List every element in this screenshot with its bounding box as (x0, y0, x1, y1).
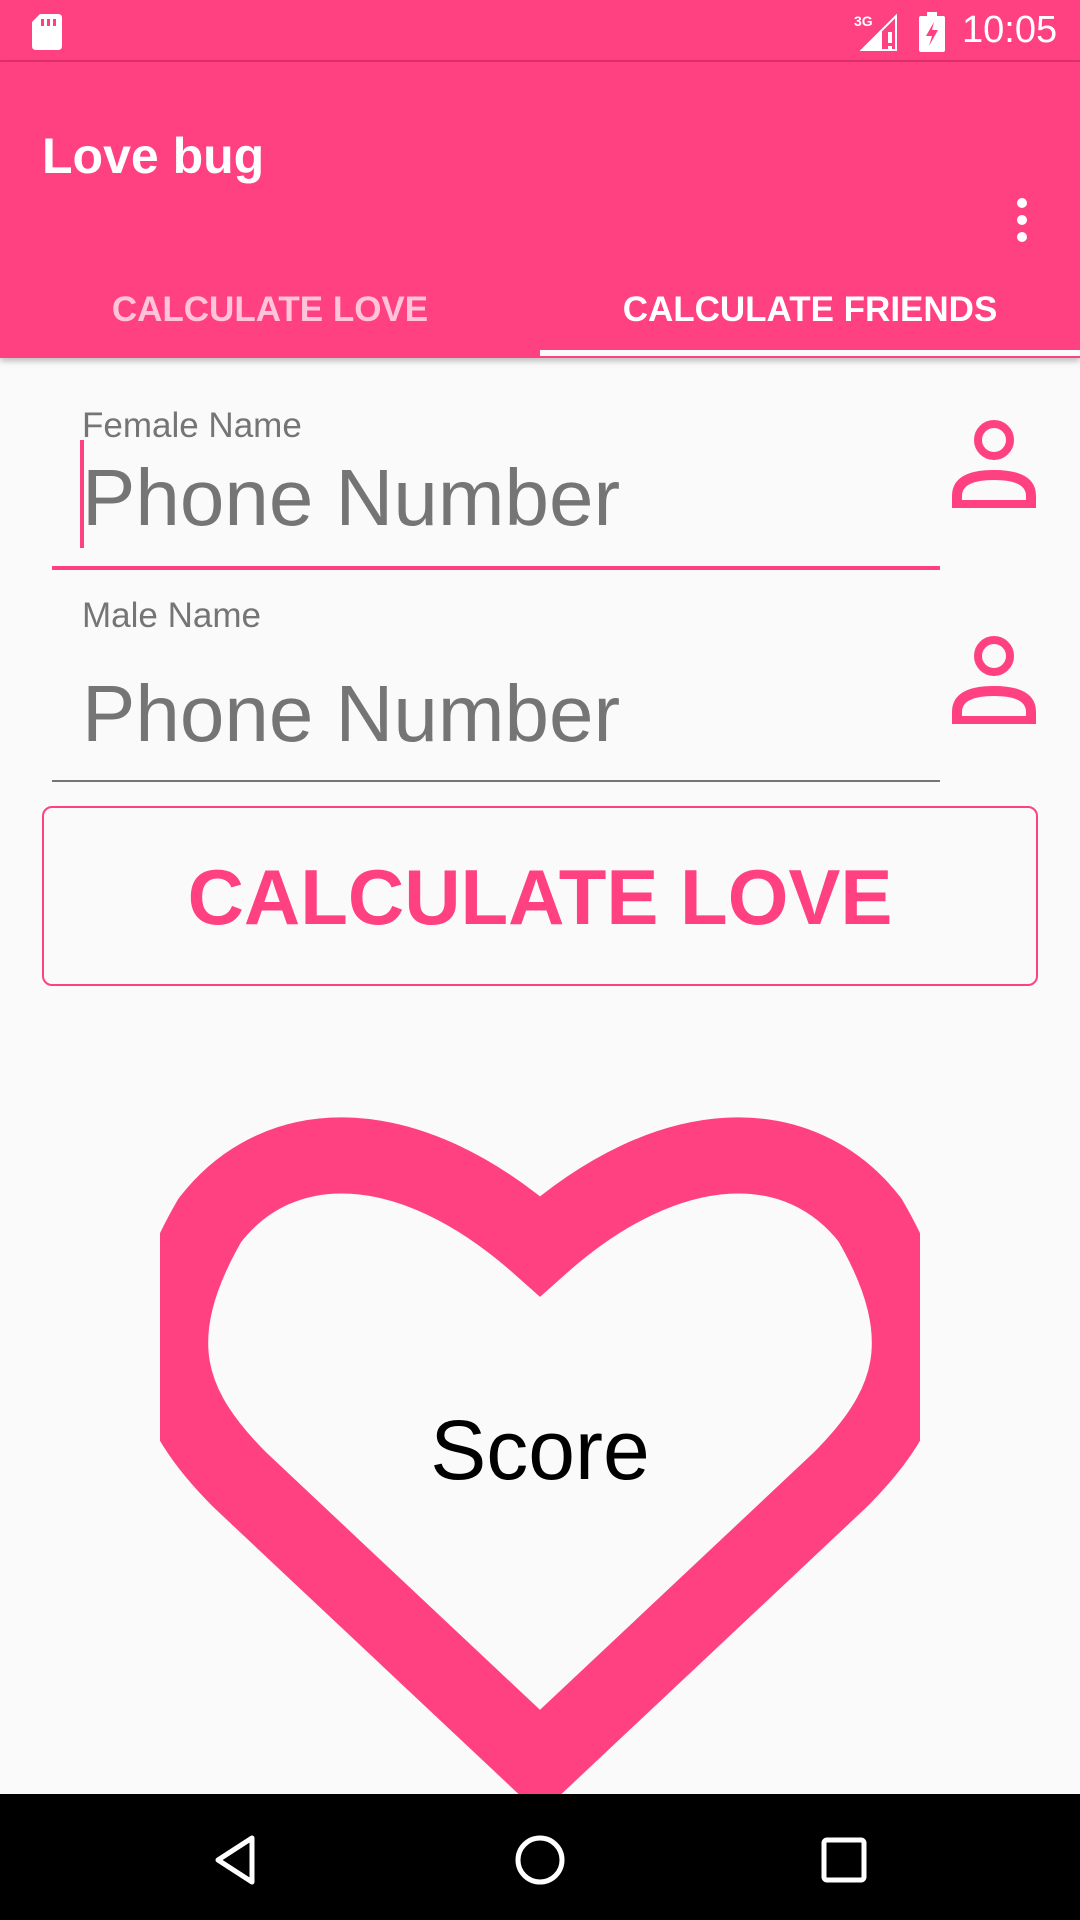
text-cursor (80, 440, 84, 548)
overflow-dot (1017, 198, 1027, 208)
sd-card-icon (32, 14, 62, 50)
network-type-label: 3G (854, 13, 873, 29)
male-contact-person-icon[interactable] (948, 632, 1040, 728)
tab-calculate-friends[interactable]: CALCULATE FRIENDS (540, 270, 1080, 350)
battery-charging-icon (919, 12, 945, 52)
app-bar: Love bug CALCULATE LOVE CALCULATE FRIEND… (0, 62, 1080, 358)
male-input-underline (52, 780, 940, 782)
male-name-label: Male Name (82, 596, 261, 635)
overflow-dot (1017, 215, 1027, 225)
tab-calculate-love[interactable]: CALCULATE LOVE (0, 270, 540, 350)
female-name-label: Female Name (82, 406, 302, 445)
tab-indicator (540, 350, 1080, 356)
recents-icon[interactable] (816, 1832, 872, 1888)
status-time: 10:05 (962, 9, 1058, 51)
overflow-dot (1017, 232, 1027, 242)
signal-icon: 3G (854, 13, 897, 51)
home-icon[interactable] (512, 1832, 568, 1888)
more-vert-icon[interactable] (1004, 194, 1040, 246)
status-bar: 3G 10:05 (0, 0, 1080, 62)
female-name-input[interactable] (82, 448, 922, 548)
female-contact-person-icon[interactable] (948, 416, 1040, 512)
female-input-underline (52, 566, 940, 570)
score-label: Score (430, 1403, 650, 1497)
calculate-love-button[interactable]: CALCULATE LOVE (42, 806, 1038, 986)
navigation-bar (0, 1794, 1080, 1920)
app-title: Love bug (42, 128, 265, 184)
male-name-input[interactable] (82, 664, 922, 764)
back-icon[interactable] (208, 1832, 264, 1888)
